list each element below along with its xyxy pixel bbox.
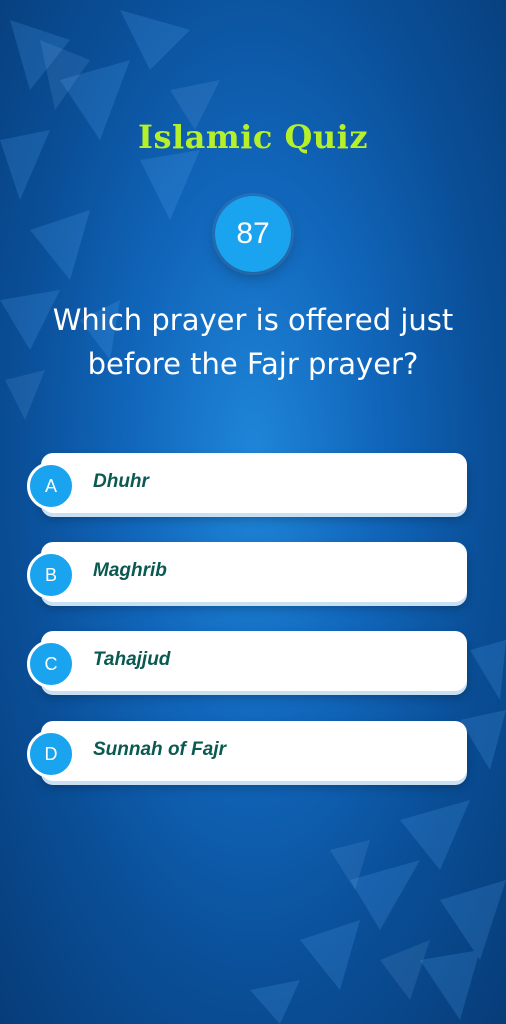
- quiz-title: Islamic Quiz: [138, 118, 368, 156]
- option-b[interactable]: B Maghrib: [27, 542, 469, 606]
- option-a[interactable]: A Dhuhr: [27, 453, 469, 517]
- option-b-letter-badge: B: [27, 551, 75, 599]
- option-d[interactable]: D Sunnah of Fajr: [27, 721, 469, 785]
- option-d-label: Sunnah of Fajr: [93, 739, 226, 760]
- option-b-label: Maghrib: [93, 560, 167, 581]
- option-c-letter-badge: C: [27, 640, 75, 688]
- option-a-label: Dhuhr: [93, 471, 149, 492]
- option-c-label: Tahajjud: [93, 649, 171, 670]
- question-text: Which prayer is offered just before the …: [52, 303, 454, 381]
- question-number-badge: 87: [215, 196, 291, 272]
- option-a-letter-badge: A: [27, 462, 75, 510]
- option-c[interactable]: C Tahajjud: [27, 631, 469, 695]
- option-d-letter-badge: D: [27, 730, 75, 778]
